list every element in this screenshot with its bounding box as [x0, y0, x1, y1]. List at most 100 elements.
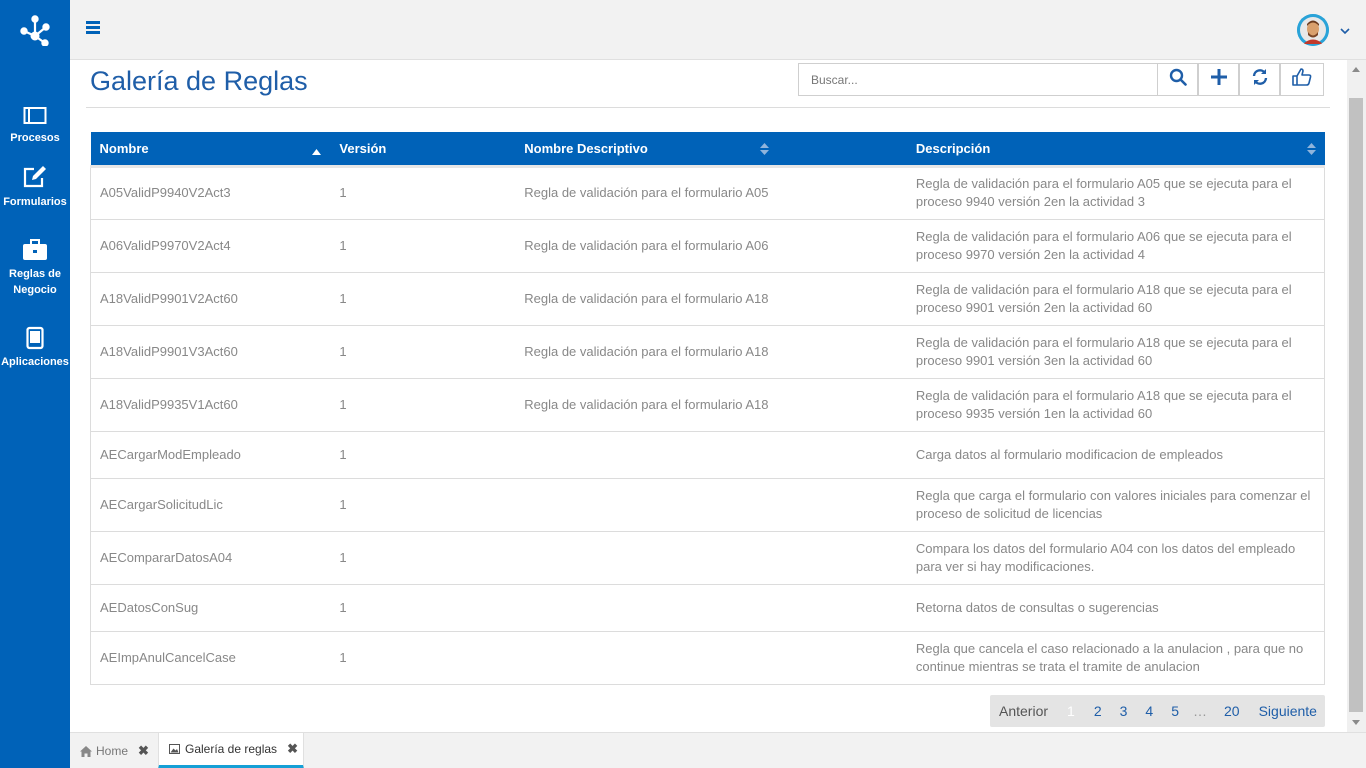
pagination-prev[interactable]: Anterior	[999, 703, 1048, 719]
pagination-page[interactable]: 4	[1145, 703, 1153, 719]
sidebar-item-reglas-de-negocio[interactable]: Reglas de Negocio	[0, 232, 70, 298]
like-button[interactable]	[1280, 63, 1324, 96]
cell-version: 1	[330, 430, 516, 478]
add-button[interactable]	[1198, 63, 1239, 96]
search-button[interactable]	[1157, 63, 1198, 96]
tab-galeria-de-reglas[interactable]: Galería de reglas ✖	[158, 733, 304, 768]
tablet-icon	[0, 320, 70, 350]
close-icon[interactable]: ✖	[287, 741, 298, 757]
cell-nombre-descriptivo	[515, 430, 907, 478]
hamburger-menu-icon[interactable]	[86, 21, 100, 35]
cell-nombre: A05ValidP9940V2Act3	[90, 165, 331, 219]
cell-descripcion: Regla que carga el formulario con valore…	[906, 477, 1325, 531]
pagination: Anterior 1 2 3 4 5 … 20 Siguiente	[990, 695, 1325, 727]
briefcase-icon	[0, 232, 70, 262]
tab-label: Galería de reglas	[185, 742, 278, 756]
cell-descripcion: Regla que cancela el caso relacionado a …	[906, 630, 1325, 685]
sidebar-item-label: Procesos	[10, 132, 60, 144]
table-row[interactable]: AECargarSolicitudLic 1 Regla que carga e…	[90, 477, 1325, 531]
cell-nombre-descriptivo: Regla de validación para el formulario A…	[515, 324, 907, 378]
close-icon[interactable]: ✖	[138, 743, 149, 759]
pagination-page-last[interactable]: 20	[1224, 703, 1240, 719]
tab-home[interactable]: Home ✖	[70, 733, 158, 768]
cell-nombre: AECargarModEmpleado	[90, 430, 331, 478]
sidebar-item-aplicaciones[interactable]: Aplicaciones	[0, 320, 70, 370]
cell-nombre-descriptivo	[515, 583, 907, 631]
pagination-page[interactable]: 5	[1171, 703, 1179, 719]
rules-table: Nombre Versión Nombre Descriptivo Descri…	[90, 132, 1325, 685]
column-header-descripcion[interactable]: Descripción	[906, 132, 1325, 166]
column-header-nombre-descriptivo[interactable]: Nombre Descriptivo	[515, 132, 907, 166]
avatar[interactable]	[1297, 14, 1329, 46]
cell-descripcion: Regla de validación para el formulario A…	[906, 165, 1325, 219]
divider	[86, 107, 1330, 108]
table-row[interactable]: AECargarModEmpleado 1 Carga datos al for…	[90, 430, 1325, 478]
sort-icon	[759, 143, 769, 158]
search-input[interactable]	[798, 63, 1158, 96]
edit-icon	[0, 160, 70, 190]
table-row[interactable]: A06ValidP9970V2Act4 1 Regla de validació…	[90, 218, 1325, 272]
pagination-page-current[interactable]: 1	[1067, 703, 1075, 719]
table-row[interactable]: AEDatosConSug 1 Retorna datos de consult…	[90, 583, 1325, 631]
cell-version: 1	[330, 324, 516, 378]
table-row[interactable]: AECompararDatosA04 1 Compara los datos d…	[90, 530, 1325, 584]
cell-version: 1	[330, 530, 516, 584]
sidebar: Procesos Formularios Reglas de Negocio A…	[0, 0, 70, 768]
sort-asc-icon	[312, 143, 322, 158]
scroll-down-arrow-icon[interactable]	[1352, 720, 1360, 725]
cell-nombre: AECargarSolicitudLic	[90, 477, 331, 531]
table-row[interactable]: A05ValidP9940V2Act3 1 Regla de validació…	[90, 165, 1325, 219]
sidebar-item-label: Aplicaciones	[1, 356, 69, 368]
column-header-version[interactable]: Versión	[330, 132, 516, 166]
cell-descripcion: Carga datos al formulario modificacion d…	[906, 430, 1325, 478]
home-icon	[80, 745, 92, 757]
top-bar	[70, 0, 1366, 60]
cell-nombre-descriptivo: Regla de validación para el formulario A…	[515, 271, 907, 325]
cell-descripcion: Regla de validación para el formulario A…	[906, 271, 1325, 325]
column-header-nombre[interactable]: Nombre	[90, 132, 331, 166]
cell-nombre: A18ValidP9935V1Act60	[90, 377, 331, 431]
sidebar-item-formularios[interactable]: Formularios	[0, 160, 70, 210]
cell-nombre-descriptivo	[515, 530, 907, 584]
table-row[interactable]: A18ValidP9935V1Act60 1 Regla de validaci…	[90, 377, 1325, 431]
cell-nombre-descriptivo	[515, 630, 907, 685]
scrollbar-thumb[interactable]	[1349, 98, 1363, 712]
sort-icon	[1306, 143, 1316, 158]
bottom-tab-bar: Home ✖ Galería de reglas ✖	[70, 732, 1366, 768]
cell-nombre-descriptivo	[515, 477, 907, 531]
search-icon	[1169, 68, 1187, 91]
scroll-up-arrow-icon[interactable]	[1352, 67, 1360, 72]
cell-nombre: AECompararDatosA04	[90, 530, 331, 584]
cell-version: 1	[330, 271, 516, 325]
table-row[interactable]: AEImpAnulCancelCase 1 Regla que cancela …	[90, 630, 1325, 685]
cell-version: 1	[330, 165, 516, 219]
cell-descripcion: Regla de validación para el formulario A…	[906, 218, 1325, 272]
cell-version: 1	[330, 377, 516, 431]
table-header-row: Nombre Versión Nombre Descriptivo Descri…	[90, 132, 1325, 166]
cell-descripcion: Compara los datos del formulario A04 con…	[906, 530, 1325, 584]
sidebar-item-label: Reglas de Negocio	[9, 268, 61, 296]
chevron-down-icon[interactable]	[1340, 22, 1350, 40]
scrollbar[interactable]	[1347, 60, 1366, 732]
refresh-icon	[1251, 68, 1269, 91]
cell-nombre: AEDatosConSug	[90, 583, 331, 631]
refresh-button[interactable]	[1239, 63, 1280, 96]
page-title: Galería de Reglas	[90, 66, 308, 96]
pagination-page[interactable]: 3	[1120, 703, 1128, 719]
cell-descripcion: Regla de validación para el formulario A…	[906, 324, 1325, 378]
sidebar-item-procesos[interactable]: Procesos	[0, 96, 70, 146]
cell-nombre-descriptivo: Regla de validación para el formulario A…	[515, 377, 907, 431]
cell-nombre-descriptivo: Regla de validación para el formulario A…	[515, 218, 907, 272]
cell-version: 1	[330, 630, 516, 685]
pagination-next[interactable]: Siguiente	[1259, 703, 1317, 719]
cell-nombre: AEImpAnulCancelCase	[90, 630, 331, 685]
cell-nombre: A18ValidP9901V3Act60	[90, 324, 331, 378]
sidebar-item-label: Formularios	[3, 196, 67, 208]
app-logo-icon[interactable]	[0, 0, 70, 60]
table-row[interactable]: A18ValidP9901V2Act60 1 Regla de validaci…	[90, 271, 1325, 325]
pagination-page[interactable]: 2	[1094, 703, 1102, 719]
tab-label: Home	[96, 744, 129, 758]
cell-descripcion: Regla de validación para el formulario A…	[906, 377, 1325, 431]
image-icon	[169, 744, 180, 754]
table-row[interactable]: A18ValidP9901V3Act60 1 Regla de validaci…	[90, 324, 1325, 378]
